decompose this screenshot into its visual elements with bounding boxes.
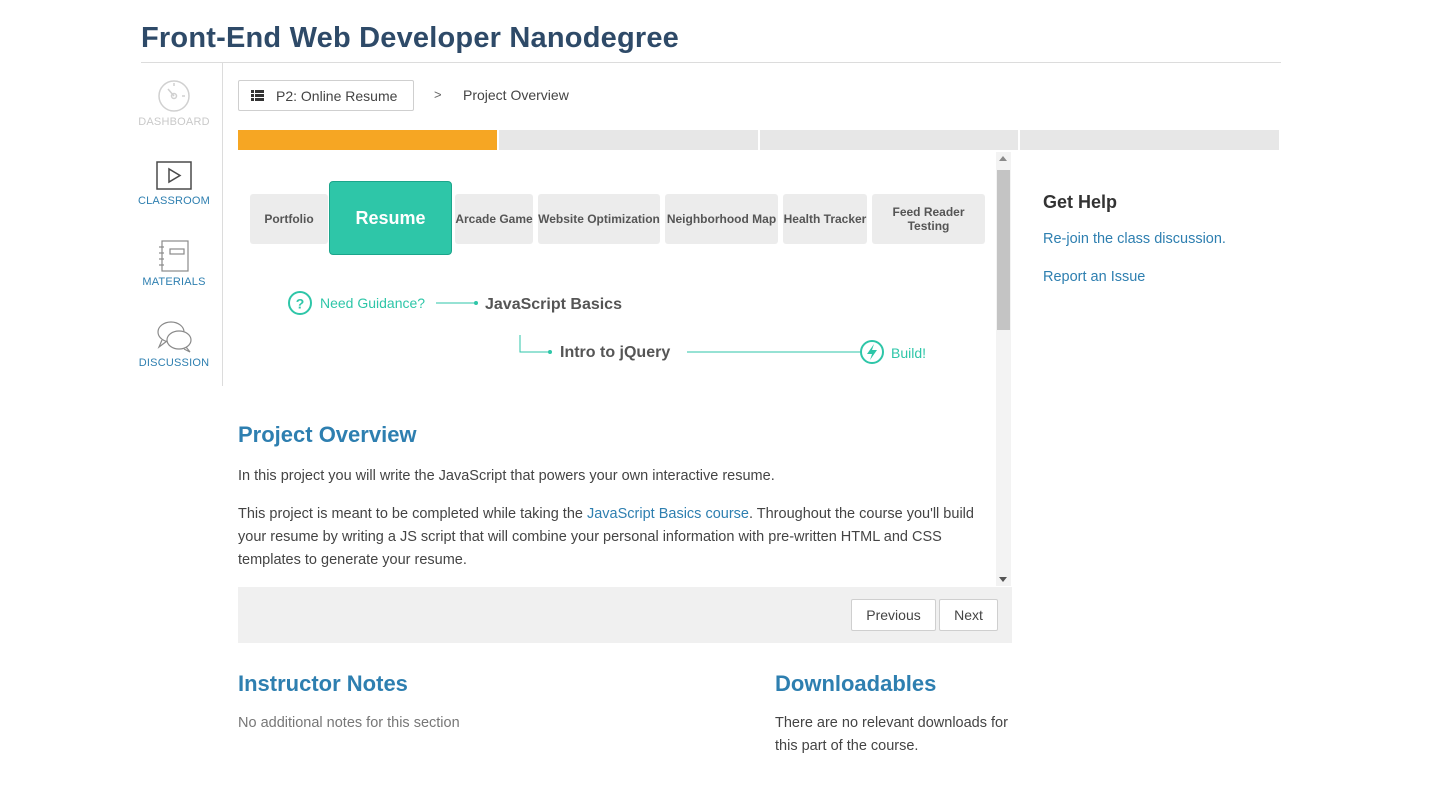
downloadables-text: There are no relevant downloads for this… (775, 715, 1008, 754)
list-icon (251, 90, 264, 101)
nav-dashboard-label: DASHBOARD (138, 116, 210, 128)
nav-discussion-label: DISCUSSION (138, 357, 210, 369)
report-issue-link[interactable]: Report an Issue (1043, 269, 1145, 285)
project-tab-portfolio[interactable]: Portfolio (250, 194, 328, 244)
need-guidance-link[interactable]: Need Guidance? (320, 295, 425, 311)
para2-text-start: This project is meant to be completed wh… (238, 506, 587, 522)
javascript-basics-course-link[interactable]: JavaScript Basics course (587, 506, 749, 522)
nav-discussion[interactable]: DISCUSSION (126, 319, 222, 369)
scroll-up-arrow-icon[interactable] (999, 156, 1007, 161)
downloadables-heading: Downloadables (775, 671, 937, 696)
project-overview-heading: Project Overview (238, 422, 417, 447)
build-label[interactable]: Build! (891, 345, 926, 361)
project-tab-neighborhood-map[interactable]: Neighborhood Map (665, 194, 778, 244)
scroll-thumb[interactable] (997, 170, 1010, 330)
pager-bar: Previous Next (238, 587, 1012, 643)
nav-classroom-label: CLASSROOM (137, 195, 211, 207)
breadcrumb-separator: > (434, 87, 442, 102)
project-tab-arcade-game[interactable]: Arcade Game (455, 194, 533, 244)
instructor-notes-text: No additional notes for this section (238, 715, 460, 731)
notebook-icon (159, 240, 189, 272)
dashboard-gauge-icon (158, 80, 190, 112)
nav-classroom[interactable]: CLASSROOM (126, 161, 222, 207)
next-button[interactable]: Next (939, 599, 998, 631)
rejoin-discussion-link[interactable]: Re-join the class discussion. (1043, 231, 1226, 247)
instructor-notes-heading: Instructor Notes (238, 671, 408, 696)
progress-segment[interactable] (759, 130, 1019, 150)
overview-paragraph-2: This project is meant to be completed wh… (238, 503, 988, 572)
nav-dashboard[interactable]: DASHBOARD (126, 78, 222, 128)
svg-text:?: ? (296, 296, 305, 312)
title-divider (141, 62, 1281, 63)
breadcrumb-current: Project Overview (463, 87, 569, 103)
lesson-selector-label: P2: Online Resume (276, 87, 398, 104)
overview-paragraph-1: In this project you will write the JavaS… (238, 468, 775, 484)
chat-bubbles-icon (157, 321, 192, 353)
progress-segment[interactable] (1020, 130, 1279, 150)
left-nav: DASHBOARD CLASSROOM MATERIALS DISCUSSION (126, 63, 223, 386)
scroll-down-arrow-icon[interactable] (999, 577, 1007, 582)
content-viewer: Portfolio Resume Arcade Game Website Opt… (238, 150, 1012, 586)
step-javascript-basics[interactable]: JavaScript Basics (485, 296, 622, 314)
nav-materials-label: MATERIALS (142, 276, 206, 288)
page-title: Front-End Web Developer Nanodegree (141, 22, 680, 54)
nav-materials[interactable]: MATERIALS (126, 240, 222, 288)
lesson-progress-bar (238, 130, 1279, 150)
project-tab-feed-reader-testing[interactable]: Feed Reader Testing (872, 194, 985, 244)
project-tab-website-optimization[interactable]: Website Optimization (538, 194, 660, 244)
get-help-heading: Get Help (1043, 192, 1118, 212)
lesson-selector-button[interactable]: P2: Online Resume (238, 80, 414, 111)
content-scrollbar[interactable] (996, 152, 1011, 586)
play-icon (156, 161, 192, 190)
project-tab-resume[interactable]: Resume (329, 181, 452, 255)
progress-segment[interactable] (238, 130, 497, 150)
step-intro-to-jquery[interactable]: Intro to jQuery (560, 344, 670, 362)
progress-segment[interactable] (498, 130, 758, 150)
project-tab-health-tracker[interactable]: Health Tracker (783, 194, 867, 244)
previous-button[interactable]: Previous (851, 599, 936, 631)
